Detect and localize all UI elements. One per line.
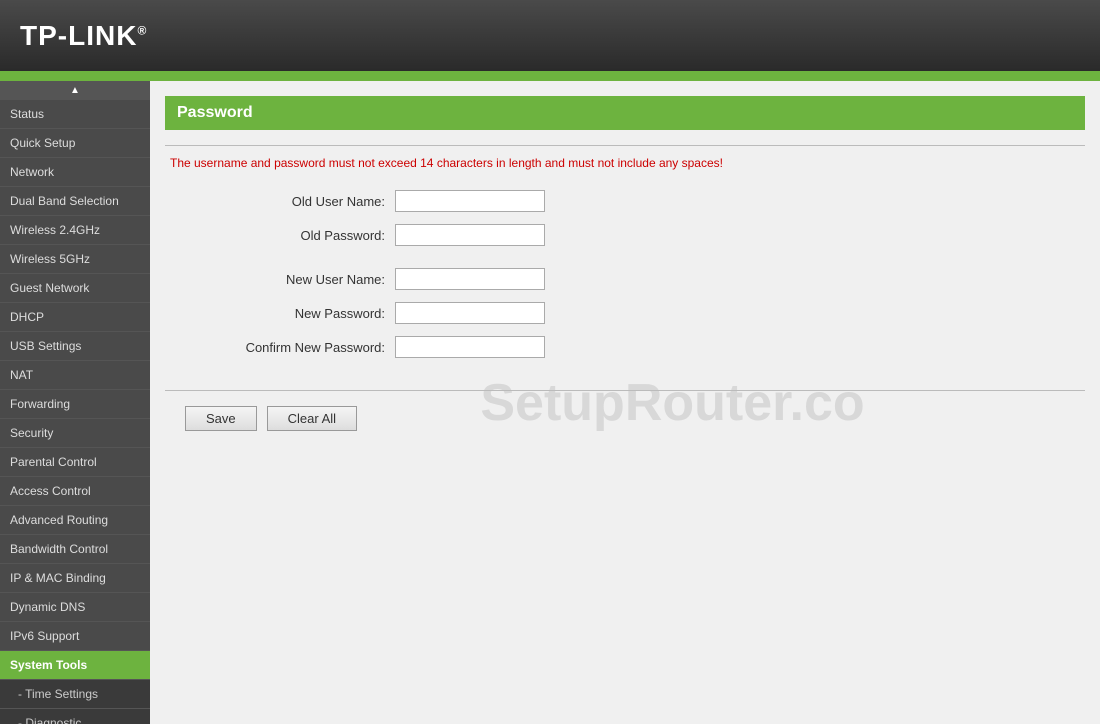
sidebar-item-access-control[interactable]: Access Control (0, 477, 150, 506)
new-username-label: New User Name: (185, 272, 385, 287)
sidebar-item-status[interactable]: Status (0, 100, 150, 129)
sidebar-item-security[interactable]: Security (0, 419, 150, 448)
old-username-label: Old User Name: (185, 194, 385, 209)
new-password-label: New Password: (185, 306, 385, 321)
sidebar-scroll-up[interactable]: ▲ (0, 81, 150, 100)
sidebar-item-quick-setup[interactable]: Quick Setup (0, 129, 150, 158)
save-button[interactable]: Save (185, 406, 257, 431)
sidebar-item-guest-network[interactable]: Guest Network (0, 274, 150, 303)
sidebar-item-nat[interactable]: NAT (0, 361, 150, 390)
button-row: Save Clear All (165, 406, 1085, 431)
sidebar: ▲ StatusQuick SetupNetworkDual Band Sele… (0, 81, 150, 724)
sidebar-item-bandwidth-control[interactable]: Bandwidth Control (0, 535, 150, 564)
logo: TP-LINK® (20, 20, 147, 52)
content-inner: Password The username and password must … (165, 96, 1085, 431)
sidebar-item-dynamic-dns[interactable]: Dynamic DNS (0, 593, 150, 622)
confirm-password-input[interactable] (395, 336, 545, 358)
old-password-input[interactable] (395, 224, 545, 246)
confirm-password-row: Confirm New Password: (165, 336, 1085, 358)
sidebar-item-diagnostic[interactable]: - Diagnostic (0, 709, 150, 724)
form-spacer (165, 258, 1085, 268)
header: TP-LINK® (0, 0, 1100, 75)
old-password-row: Old Password: (165, 224, 1085, 246)
old-password-label: Old Password: (185, 228, 385, 243)
sidebar-item-wireless-5[interactable]: Wireless 5GHz (0, 245, 150, 274)
bottom-divider (165, 390, 1085, 391)
confirm-password-label: Confirm New Password: (185, 340, 385, 355)
sidebar-item-dhcp[interactable]: DHCP (0, 303, 150, 332)
password-form: Old User Name: Old Password: New User Na… (165, 185, 1085, 375)
new-username-row: New User Name: (165, 268, 1085, 290)
sidebar-item-parental-control[interactable]: Parental Control (0, 448, 150, 477)
sidebar-item-network[interactable]: Network (0, 158, 150, 187)
top-divider (165, 145, 1085, 146)
sidebar-item-advanced-routing[interactable]: Advanced Routing (0, 506, 150, 535)
clear-button[interactable]: Clear All (267, 406, 357, 431)
sidebar-item-wireless-24[interactable]: Wireless 2.4GHz (0, 216, 150, 245)
page-title: Password (165, 96, 1085, 130)
new-username-input[interactable] (395, 268, 545, 290)
sidebar-item-ip-mac[interactable]: IP & MAC Binding (0, 564, 150, 593)
new-password-input[interactable] (395, 302, 545, 324)
sidebar-item-ipv6[interactable]: IPv6 Support (0, 622, 150, 651)
logo-text: TP-LINK (20, 20, 137, 51)
content-area: SetupRouter.co Password The username and… (150, 81, 1100, 724)
old-username-input[interactable] (395, 190, 545, 212)
old-username-row: Old User Name: (165, 190, 1085, 212)
sidebar-item-dual-band[interactable]: Dual Band Selection (0, 187, 150, 216)
main-layout: ▲ StatusQuick SetupNetworkDual Band Sele… (0, 81, 1100, 724)
logo-tm: ® (137, 23, 147, 37)
sidebar-item-time-settings[interactable]: - Time Settings (0, 680, 150, 709)
new-password-row: New Password: (165, 302, 1085, 324)
sidebar-item-system-tools[interactable]: System Tools (0, 651, 150, 680)
warning-text: The username and password must not excee… (165, 156, 1085, 170)
sidebar-items: StatusQuick SetupNetworkDual Band Select… (0, 100, 150, 724)
sidebar-item-usb-settings[interactable]: USB Settings (0, 332, 150, 361)
sidebar-item-forwarding[interactable]: Forwarding (0, 390, 150, 419)
